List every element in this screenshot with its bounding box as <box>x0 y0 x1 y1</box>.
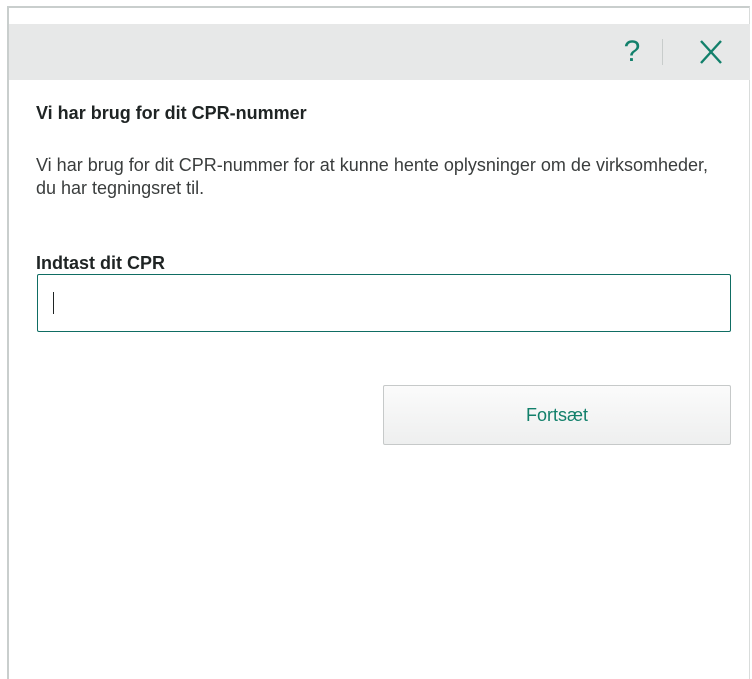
text-cursor <box>53 292 54 314</box>
close-button[interactable] <box>694 36 728 68</box>
titlebar-divider <box>662 39 663 65</box>
cpr-field-label: Indtast dit CPR <box>36 253 165 273</box>
help-button[interactable]: ? <box>618 33 646 71</box>
continue-button[interactable]: Fortsæt <box>383 385 731 445</box>
cpr-dialog: ? Vi har brug for dit CPR-nummer Vi har … <box>7 6 750 679</box>
dialog-description: Vi har brug for dit CPR-nummer for at ku… <box>36 155 708 198</box>
cpr-input[interactable] <box>37 274 731 332</box>
dialog-heading: Vi har brug for dit CPR-nummer <box>36 103 307 123</box>
question-mark-icon: ? <box>623 35 641 68</box>
dialog-titlebar: ? <box>9 24 750 80</box>
close-icon <box>700 40 722 64</box>
